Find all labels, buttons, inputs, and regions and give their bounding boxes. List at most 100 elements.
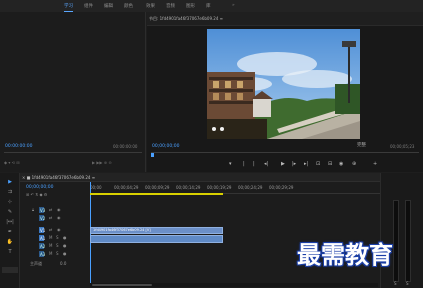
master-volume-value[interactable]: 0.0	[60, 261, 66, 266]
more-workspaces-icon[interactable]: »	[232, 3, 235, 8]
ripple-edit-tool-icon[interactable]: ⊹	[6, 199, 14, 205]
track-header-a3: A3 M S ●	[20, 251, 90, 258]
source-monitor: 00:00:00:00 00:00:00:00 ◆ ▾ ⟲ ⊞ ▶ ▶▶ ⊕ ⊖	[0, 12, 146, 172]
slip-tool-icon[interactable]: |↔|	[6, 219, 14, 225]
program-monitor: 节目: 1fd4901fa46f37067e6b09.24 ≡ 00;00;00…	[147, 12, 423, 172]
program-video-frame	[207, 29, 360, 139]
track-label-v1: V1	[40, 228, 46, 233]
meter-channel-right	[405, 200, 411, 282]
eye-icon[interactable]: ◉	[57, 215, 61, 220]
source-transport-controls[interactable]: ▶ ▶▶ ⊕ ⊖	[92, 160, 112, 165]
lock-icon[interactable]: 🔒︎	[32, 207, 34, 212]
scrollbar-thumb[interactable]	[92, 284, 152, 286]
step-back-icon[interactable]: ◂|	[264, 161, 268, 167]
step-forward-icon[interactable]: |▸	[292, 161, 296, 167]
timeline-playhead-timecode[interactable]: 00;00;00;00	[26, 185, 53, 190]
go-to-in-icon[interactable]: |	[253, 161, 255, 167]
go-to-out-icon[interactable]: ▸|	[304, 161, 308, 167]
mute-button[interactable]: M	[49, 251, 52, 256]
source-time-ruler[interactable]	[4, 152, 142, 153]
workspace-tab-editing[interactable]: 编辑	[104, 3, 113, 9]
audio-meter: S S	[380, 173, 423, 288]
timeline-panel: × ■ 1fd4901fa46f37067e6b09.24 ≡ 00;00;00…	[20, 173, 380, 288]
mute-button[interactable]: M	[49, 243, 52, 248]
solo-button[interactable]: S	[56, 235, 59, 240]
sync-lock-icon[interactable]: ⇄	[49, 207, 52, 212]
watermark-logo: 最需教育	[297, 240, 393, 269]
ruler-label: 00;00;04;29	[114, 185, 139, 190]
button-editor-icon[interactable]: +	[373, 161, 377, 167]
solo-left-button[interactable]: S	[394, 281, 397, 286]
solo-button[interactable]: S	[56, 251, 59, 256]
mute-button[interactable]: M	[49, 235, 52, 240]
lift-icon[interactable]: ⊡	[316, 161, 320, 167]
timeline-tool-icons[interactable]: ⊞ ↶ ⊼ ◆ ⚙	[26, 192, 47, 197]
mark-out-icon[interactable]: |	[243, 161, 245, 167]
ruler-label: 00;00;19;29	[207, 185, 232, 190]
video-clip[interactable]: 1fd4901fa46f37067e6b09.24 [V]	[90, 227, 223, 234]
track-header-master: 主声道 0.0	[20, 260, 90, 267]
workspace-tab-learning[interactable]: 学习	[64, 3, 73, 12]
program-monitor-title[interactable]: 节目: 1fd4901fa46f37067e6b09.24 ≡	[149, 16, 223, 21]
workspace-tab-assembly[interactable]: 组件	[84, 3, 93, 9]
track-header-v1: V1 ⇄ ◉	[20, 227, 90, 234]
video-clip-label: 1fd4901fa46f37067e6b09.24 [V]	[93, 228, 151, 232]
track-header-v2: V2 ⇄ ◉	[20, 215, 90, 222]
razor-tool-icon[interactable]: ✎	[6, 209, 14, 215]
solo-right-button[interactable]: S	[406, 281, 409, 286]
ruler-label: 00;00;24;29	[238, 185, 263, 190]
workspace-tab-libraries[interactable]: 库	[206, 3, 211, 9]
mic-icon[interactable]: ●	[63, 251, 67, 256]
track-headers: 🔒︎ V3 ⇄ ◉ V2 ⇄ ◉ V1 ⇄ ◉ A1 M S ● A2 M S …	[20, 207, 90, 267]
fit-dropdown[interactable]: 完整	[357, 143, 366, 149]
workspace-tab-color[interactable]: 颜色	[124, 3, 133, 9]
hand-tool-icon[interactable]: ✋	[6, 239, 14, 245]
workspace-bar: 学习 组件 编辑 颜色 效果 音频 图形 库 »	[0, 0, 423, 12]
ruler-label: 00;00	[90, 185, 102, 190]
sync-lock-icon[interactable]: ⇄	[49, 215, 52, 220]
track-header-v3: 🔒︎ V3 ⇄ ◉	[20, 207, 90, 214]
ruler-label: 00;00;09;29	[145, 185, 170, 190]
ruler-label: 00;00;29;29	[269, 185, 294, 190]
eye-icon[interactable]: ◉	[57, 227, 61, 232]
track-label-a1: A1	[40, 236, 46, 241]
pen-tool-icon[interactable]: ✒	[6, 229, 14, 235]
track-label-a3: A3	[40, 252, 46, 257]
track-select-tool-icon[interactable]: ⇉	[6, 189, 14, 195]
track-header-a2: A2 M S ●	[20, 243, 90, 250]
tools-panel: ▶ ⇉ ⊹ ✎ |↔| ✒ ✋ T	[0, 173, 20, 288]
program-time-ruler[interactable]	[151, 152, 419, 153]
mark-in-icon[interactable]: ▾	[229, 161, 232, 167]
sync-lock-icon[interactable]: ⇄	[49, 227, 52, 232]
settings-icon[interactable]: ⊕	[352, 161, 356, 167]
type-tool-icon[interactable]: T	[6, 249, 14, 255]
video-frame-image	[207, 29, 360, 139]
work-area-bar[interactable]	[90, 193, 223, 195]
sequence-tab[interactable]: × ■ 1fd4901fa46f37067e6b09.24 ≡	[22, 175, 95, 180]
timeline-horizontal-scrollbar[interactable]	[90, 283, 378, 287]
workspace-tab-graphics[interactable]: 图形	[186, 3, 195, 9]
track-header-a1: A1 M S ●	[20, 235, 90, 242]
solo-button[interactable]: S	[56, 243, 59, 248]
eye-icon[interactable]: ◉	[57, 207, 61, 212]
audio-clip[interactable]	[90, 235, 223, 243]
workspace-tab-effects[interactable]: 效果	[146, 3, 155, 9]
meter-channel-left	[393, 200, 399, 282]
play-icon[interactable]: ▶	[281, 161, 285, 167]
track-label-v3: V3	[40, 208, 46, 213]
master-track-label: 主声道	[30, 261, 42, 266]
program-monitor-header: 节目: 1fd4901fa46f37067e6b09.24 ≡	[147, 12, 423, 26]
program-playhead[interactable]	[151, 153, 154, 157]
workspace-tab-audio[interactable]: 音频	[166, 3, 175, 9]
source-controls[interactable]: ◆ ▾ ⟲ ⊞	[4, 160, 20, 165]
mic-icon[interactable]: ●	[63, 235, 67, 240]
source-timecode-left[interactable]: 00:00:00:00	[5, 144, 32, 149]
mic-icon[interactable]: ●	[63, 243, 67, 248]
source-timecode-right: 00:00:00:00	[113, 144, 138, 149]
timeline-tab: × ■ 1fd4901fa46f37067e6b09.24 ≡	[20, 173, 380, 182]
ruler-label: 00;00;14;29	[176, 185, 201, 190]
selection-tool-icon[interactable]: ▶	[6, 179, 14, 185]
extract-icon[interactable]: ⊟	[328, 161, 332, 167]
program-timecode-left[interactable]: 00;00;00;00	[152, 144, 179, 149]
export-frame-icon[interactable]: ◉	[339, 161, 343, 167]
